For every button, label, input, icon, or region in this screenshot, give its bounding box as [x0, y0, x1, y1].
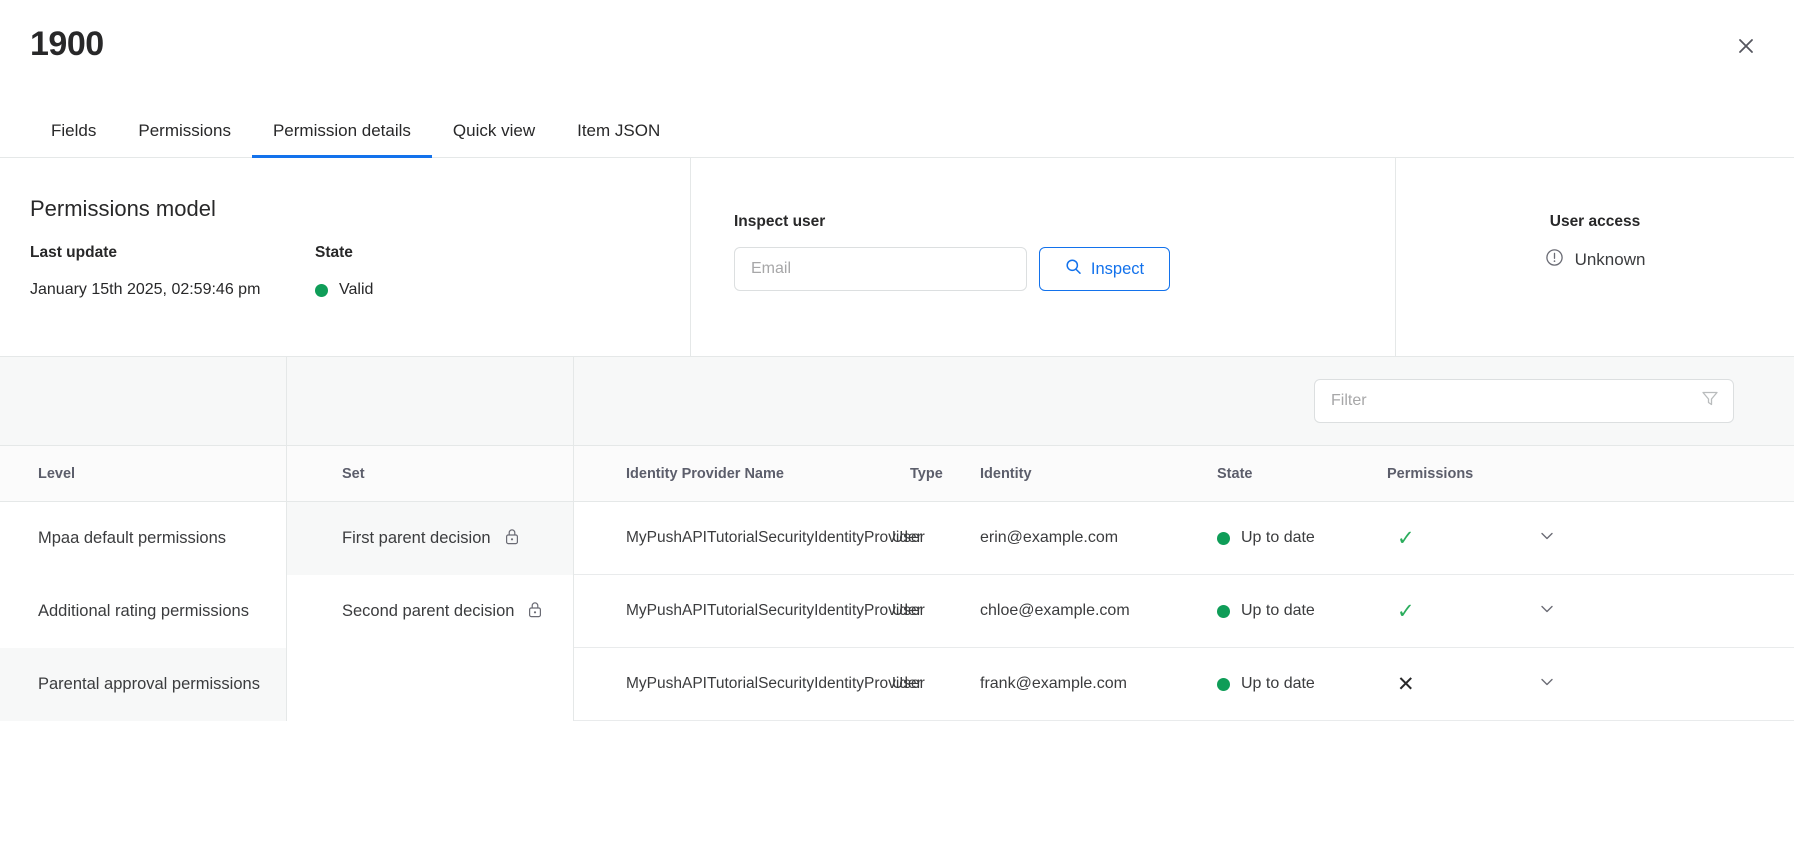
row-expand-button[interactable] [1517, 600, 1577, 623]
column-header-expand [1517, 446, 1577, 501]
chevron-down-icon [1538, 527, 1556, 550]
inspect-user-panel: Inspect user Inspect [690, 158, 1395, 356]
permissions-model-panel: Permissions model Last update January 15… [0, 158, 690, 356]
column-header-level: Level [0, 446, 287, 501]
row-expand-button[interactable] [1517, 527, 1577, 550]
permissions-table: Level Set Identity Provider Name Type Id… [0, 446, 1794, 721]
level-cell[interactable]: Mpaa default permissions [0, 502, 286, 575]
state-value-wrap: Valid [315, 281, 373, 299]
set-cell[interactable]: Second parent decision [287, 575, 573, 648]
tab-permission-details[interactable]: Permission details [251, 121, 432, 158]
cell-type: User [892, 602, 925, 619]
set-column: First parent decision Second parent deci… [287, 502, 574, 721]
tab-bar: Fields Permissions Permission details Qu… [0, 105, 1794, 158]
table-body: Mpaa default permissions Additional rati… [0, 502, 1794, 721]
lock-icon [528, 601, 542, 623]
check-icon: ✓ [1397, 526, 1415, 550]
tab-item-json[interactable]: Item JSON [556, 121, 681, 158]
table-toolbar [0, 357, 1794, 446]
close-icon [1736, 36, 1756, 56]
column-header-identity-provider-name: Identity Provider Name [626, 465, 784, 482]
chevron-down-icon [1538, 600, 1556, 623]
user-access-status-wrap: Unknown [1545, 248, 1646, 272]
filter-input[interactable] [1314, 379, 1734, 423]
cell-identity: erin@example.com [980, 529, 1119, 546]
tab-quick-view[interactable]: Quick view [432, 121, 556, 158]
table-header-row: Level Set Identity Provider Name Type Id… [0, 446, 1794, 502]
summary-section: Permissions model Last update January 15… [0, 158, 1794, 357]
state-value: Valid [339, 281, 374, 298]
set-cell-label: Second parent decision [342, 602, 515, 620]
cell-state: Up to date [1217, 675, 1387, 693]
magnifier-icon [1065, 258, 1082, 280]
table-row: MyPushAPITutorialSecurityIdentityProvide… [574, 575, 1794, 648]
column-header-identity: Identity [980, 465, 1032, 482]
tab-permissions[interactable]: Permissions [117, 121, 252, 158]
cell-identity-provider-name: MyPushAPITutorialSecurityIdentityProvide… [626, 602, 922, 619]
level-column: Mpaa default permissions Additional rati… [0, 502, 287, 721]
cell-type: User [892, 675, 925, 692]
state-label: State [315, 244, 353, 261]
inspect-button[interactable]: Inspect [1039, 247, 1170, 291]
status-dot-icon [315, 283, 328, 297]
row-expand-button[interactable] [1517, 673, 1577, 696]
cell-identity-provider-name: MyPushAPITutorialSecurityIdentityProvide… [626, 675, 922, 692]
cross-icon: ✕ [1397, 672, 1415, 696]
last-update-block: Last update January 15th 2025, 02:59:46 … [30, 244, 315, 299]
cell-state-label: Up to date [1241, 602, 1315, 619]
set-cell-label: First parent decision [342, 529, 491, 547]
level-cell[interactable]: Parental approval permissions [0, 648, 286, 721]
table-row: MyPushAPITutorialSecurityIdentityProvide… [574, 648, 1794, 721]
table-row: MyPushAPITutorialSecurityIdentityProvide… [574, 502, 1794, 575]
chevron-down-icon [1538, 673, 1556, 696]
info-circle-icon [1545, 248, 1564, 272]
last-update-label: Last update [30, 244, 117, 261]
inspect-button-label: Inspect [1090, 259, 1145, 278]
column-header-type: Type [910, 465, 943, 482]
set-cell[interactable]: First parent decision [287, 502, 573, 575]
cell-state-label: Up to date [1241, 675, 1315, 692]
close-button[interactable] [1726, 26, 1766, 66]
status-dot-icon [1217, 531, 1230, 545]
toolbar-filter-area [574, 357, 1794, 445]
page-title: 1900 [30, 25, 104, 63]
toolbar-level-spacer [0, 357, 287, 445]
inspect-user-title: Inspect user [734, 213, 826, 230]
check-icon: ✓ [1397, 599, 1415, 623]
cell-type: User [892, 529, 925, 546]
tab-fields[interactable]: Fields [30, 121, 117, 158]
cell-permissions: ✕ [1387, 674, 1517, 695]
user-access-status: Unknown [1574, 250, 1646, 269]
user-access-panel: User access Unknown [1395, 158, 1794, 356]
status-dot-icon [1217, 677, 1230, 691]
cell-identity: chloe@example.com [980, 602, 1130, 619]
toolbar-set-spacer [287, 357, 574, 445]
state-block: State Valid [315, 244, 373, 299]
column-header-permissions: Permissions [1387, 465, 1474, 482]
permissions-model-title: Permissions model [30, 196, 216, 221]
column-header-state: State [1217, 465, 1253, 482]
cell-identity-provider-name: MyPushAPITutorialSecurityIdentityProvide… [626, 529, 922, 546]
column-header-set: Set [287, 446, 574, 501]
level-cell[interactable]: Additional rating permissions [0, 575, 286, 648]
lock-icon [505, 528, 519, 550]
identity-rows-column: MyPushAPITutorialSecurityIdentityProvide… [574, 502, 1794, 721]
email-field[interactable] [734, 247, 1027, 291]
cell-permissions: ✓ [1387, 528, 1517, 549]
cell-state-label: Up to date [1241, 529, 1315, 546]
user-access-title: User access [1549, 213, 1641, 230]
cell-identity: frank@example.com [980, 675, 1127, 692]
cell-state: Up to date [1217, 602, 1387, 620]
dialog-header: 1900 [0, 0, 1794, 105]
last-update-value: January 15th 2025, 02:59:46 pm [30, 281, 261, 298]
cell-state: Up to date [1217, 529, 1387, 547]
cell-permissions: ✓ [1387, 601, 1517, 622]
status-dot-icon [1217, 604, 1230, 618]
